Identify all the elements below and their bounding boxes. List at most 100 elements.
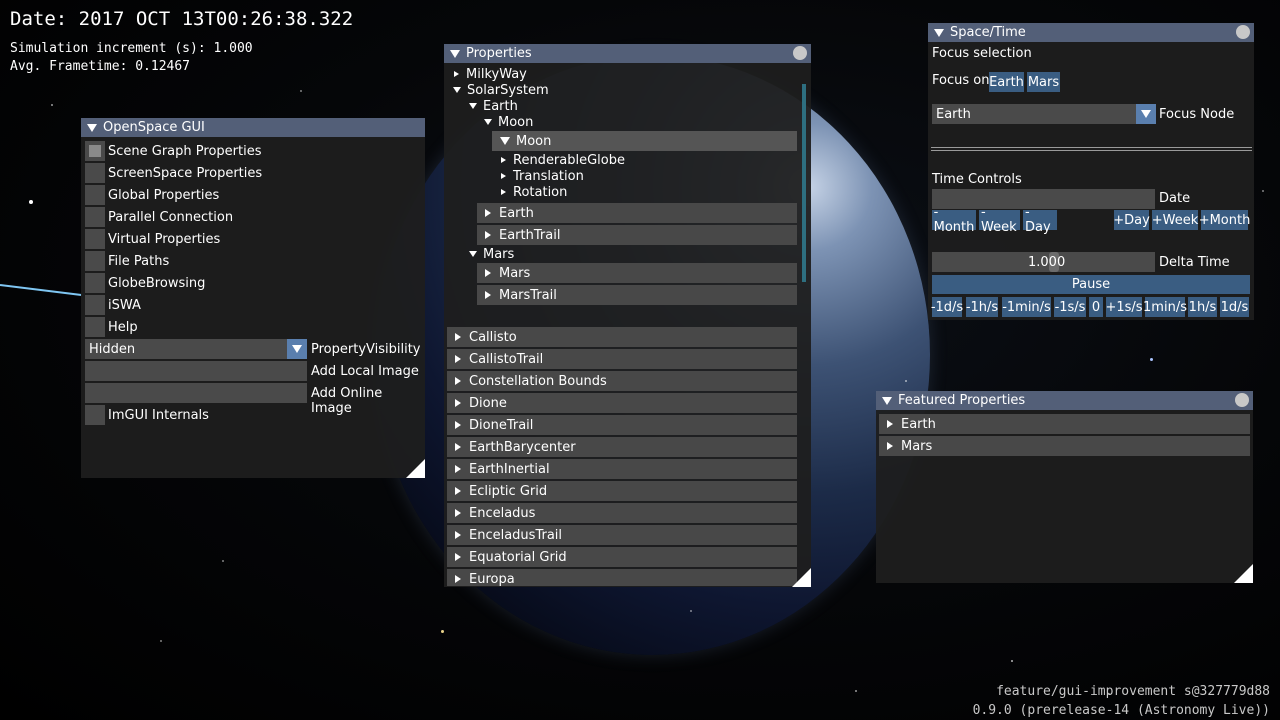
header-label: DioneTrail	[469, 417, 534, 433]
checkbox[interactable]	[85, 163, 105, 183]
openspace-gui-titlebar[interactable]: OpenSpace GUI	[81, 118, 425, 137]
checkbox[interactable]	[85, 295, 105, 315]
header-marstrail[interactable]: MarsTrail	[477, 285, 797, 305]
header-dionetrail[interactable]: DioneTrail	[447, 415, 797, 435]
tree-node-mars[interactable]: Mars	[469, 246, 514, 262]
checkbox[interactable]	[85, 185, 105, 205]
collapse-icon[interactable]	[882, 396, 892, 405]
focus-node-combo[interactable]: Earth	[932, 104, 1156, 124]
properties-scrollbar[interactable]	[802, 84, 806, 282]
pause-button[interactable]: Pause	[932, 275, 1250, 294]
checkbox[interactable]	[85, 273, 105, 293]
checkbox[interactable]	[85, 317, 105, 337]
tree-node-translation[interactable]: Translation	[501, 168, 584, 184]
collapse-icon[interactable]	[934, 28, 944, 37]
close-icon[interactable]	[1236, 25, 1250, 39]
featured-mars[interactable]: Mars	[879, 436, 1250, 456]
focus-mars-button[interactable]: Mars	[1027, 72, 1060, 92]
header-enceladustrail[interactable]: EnceladusTrail	[447, 525, 797, 545]
gui-item-virtual-properties[interactable]: Virtual Properties	[85, 229, 220, 249]
gui-item-label: Global Properties	[108, 187, 220, 203]
rate-minus-1min-button[interactable]: -1min/s	[1002, 297, 1051, 317]
add-local-image-input[interactable]	[85, 361, 307, 381]
header-earthtrail[interactable]: EarthTrail	[477, 225, 797, 245]
rate-zero-button[interactable]: 0	[1089, 297, 1103, 317]
checkbox[interactable]	[85, 405, 105, 425]
properties-titlebar[interactable]: Properties	[444, 44, 811, 63]
expand-icon	[455, 443, 461, 451]
minus-month-button[interactable]: -Month	[932, 205, 976, 235]
close-icon[interactable]	[793, 46, 807, 60]
plus-month-button[interactable]: +Month	[1199, 210, 1250, 230]
checkbox[interactable]	[85, 207, 105, 227]
gui-item-scene-graph-properties[interactable]: Scene Graph Properties	[85, 141, 261, 161]
close-icon[interactable]	[1235, 393, 1249, 407]
header-moon[interactable]: Moon	[492, 131, 797, 151]
expand-icon	[485, 209, 491, 217]
checkbox[interactable]	[85, 251, 105, 271]
featured-properties-titlebar[interactable]: Featured Properties	[876, 391, 1253, 410]
rate-plus-1h-button[interactable]: 1h/s	[1188, 297, 1217, 317]
header-earthinertial[interactable]: EarthInertial	[447, 459, 797, 479]
checkbox[interactable]	[85, 229, 105, 249]
tree-node-earth[interactable]: Earth	[469, 98, 518, 114]
header-enceladus[interactable]: Enceladus	[447, 503, 797, 523]
rate-plus-1s-button[interactable]: +1s/s	[1105, 297, 1143, 317]
property-visibility-combo[interactable]: Hidden	[85, 339, 307, 359]
space-time-titlebar[interactable]: Space/Time	[928, 23, 1254, 42]
header-callisto[interactable]: Callisto	[447, 327, 797, 347]
expand-icon	[455, 399, 461, 407]
resize-grip[interactable]	[1234, 564, 1253, 583]
focus-earth-button[interactable]: Earth	[989, 72, 1024, 92]
resize-grip[interactable]	[406, 459, 425, 478]
header-constellation-bounds[interactable]: Constellation Bounds	[447, 371, 797, 391]
dropdown-icon[interactable]	[287, 339, 307, 359]
header-equatorial-grid[interactable]: Equatorial Grid	[447, 547, 797, 567]
gui-item-imgui-internals[interactable]: ImGUI Internals	[85, 405, 209, 425]
tree-node-moon[interactable]: Moon	[484, 114, 533, 130]
rate-plus-1d-button[interactable]: 1d/s	[1220, 297, 1249, 317]
tree-node-renderableglobe[interactable]: RenderableGlobe	[501, 152, 625, 168]
rate-plus-1min-button[interactable]: 1min/s	[1143, 297, 1187, 317]
header-callistotrail[interactable]: CallistoTrail	[447, 349, 797, 369]
minus-day-button[interactable]: -Day	[1023, 205, 1057, 235]
tree-node-solarsystem[interactable]: SolarSystem	[453, 82, 549, 98]
header-mars[interactable]: Mars	[477, 263, 797, 283]
rate-minus-1h-button[interactable]: -1h/s	[966, 297, 998, 317]
rate-minus-1d-button[interactable]: -1d/s	[931, 297, 963, 317]
tree-node-milkyway[interactable]: MilkyWay	[454, 66, 527, 82]
gui-item-file-paths[interactable]: File Paths	[85, 251, 169, 271]
header-europa[interactable]: Europa	[447, 569, 797, 586]
featured-earth[interactable]: Earth	[879, 414, 1250, 434]
header-earthbarycenter[interactable]: EarthBarycenter	[447, 437, 797, 457]
expand-icon	[455, 487, 461, 495]
tree-node-rotation[interactable]: Rotation	[501, 184, 567, 200]
tree-node-label: MilkyWay	[466, 66, 527, 82]
collapse-icon[interactable]	[450, 49, 460, 58]
gui-item-global-properties[interactable]: Global Properties	[85, 185, 219, 205]
minus-week-button[interactable]: -Week	[979, 205, 1020, 235]
delta-time-slider[interactable]: 1.000	[932, 252, 1155, 272]
expand-icon	[454, 71, 459, 77]
collapse-icon[interactable]	[87, 123, 97, 132]
gui-item-iswa[interactable]: iSWA	[85, 295, 141, 315]
gui-item-parallel-connection[interactable]: Parallel Connection	[85, 207, 233, 227]
rate-minus-1s-button[interactable]: -1s/s	[1054, 297, 1086, 317]
header-earth[interactable]: Earth	[477, 203, 797, 223]
resize-grip[interactable]	[792, 568, 811, 587]
add-online-image-input[interactable]	[85, 383, 307, 403]
plus-week-button[interactable]: +Week	[1152, 210, 1198, 230]
delta-time-label: Delta Time	[1159, 255, 1230, 270]
checkbox[interactable]	[85, 141, 105, 161]
dropdown-icon[interactable]	[1136, 104, 1156, 124]
header-dione[interactable]: Dione	[447, 393, 797, 413]
gui-item-screenspace-properties[interactable]: ScreenSpace Properties	[85, 163, 262, 183]
header-ecliptic-grid[interactable]: Ecliptic Grid	[447, 481, 797, 501]
plus-day-button[interactable]: +Day	[1113, 210, 1150, 230]
gui-item-label: Parallel Connection	[108, 209, 234, 225]
gui-item-globebrowsing[interactable]: GlobeBrowsing	[85, 273, 205, 293]
star	[51, 104, 53, 106]
expand-icon	[485, 291, 491, 299]
gui-item-help[interactable]: Help	[85, 317, 138, 337]
separator	[931, 147, 1252, 148]
